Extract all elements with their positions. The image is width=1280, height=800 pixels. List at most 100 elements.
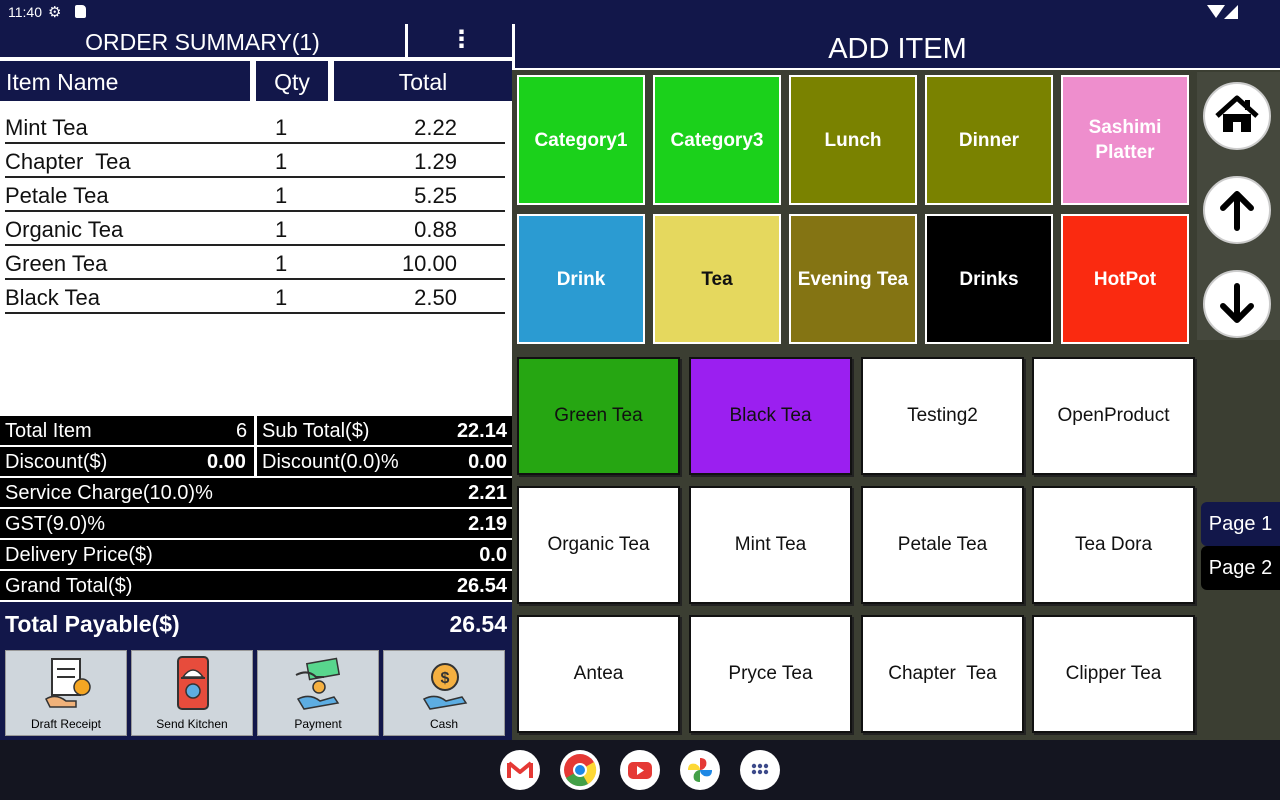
- kitchen-bell-icon: [177, 656, 209, 710]
- gst-value: 2.19: [468, 513, 507, 535]
- add-item-panel: ADD ITEM Category1 Category3 Lunch Dinner Sa…: [512, 24, 1280, 740]
- payment-icon: [295, 657, 341, 710]
- arrow-up-icon: [1220, 191, 1254, 231]
- item-qty: 1: [275, 285, 288, 310]
- product-black-tea[interactable]: Black Tea: [689, 357, 852, 475]
- product-testing2[interactable]: Testing2: [861, 357, 1024, 475]
- summary-total-item: Total Item 6 Sub Total($) 22.14: [0, 416, 512, 447]
- summary-gst: GST(9.0)% 2.19: [0, 509, 512, 540]
- summary-service: Service Charge(10.0)% 2.21: [0, 478, 512, 509]
- product-pryce-tea[interactable]: Pryce Tea: [689, 615, 852, 733]
- svg-text:$: $: [441, 670, 450, 687]
- subtotal-value: 22.14: [456, 420, 507, 442]
- more-menu-icon[interactable]: ⋮: [411, 24, 512, 59]
- page-1-tab[interactable]: Page 1: [1201, 502, 1280, 546]
- scroll-up-button[interactable]: [1203, 176, 1271, 244]
- gmail-icon[interactable]: [500, 750, 540, 790]
- sd-card-icon: [75, 5, 86, 18]
- subtotal-label: Sub Total($): [262, 420, 370, 442]
- order-row[interactable]: Organic Tea 1 0.88: [5, 212, 505, 246]
- order-row[interactable]: Mint Tea 1 2.22: [5, 110, 505, 144]
- item-total: 5.25: [414, 183, 457, 208]
- payment-label: Payment: [294, 717, 342, 731]
- service-label: Service Charge(10.0)%: [5, 482, 213, 504]
- draft-receipt-label: Draft Receipt: [30, 717, 102, 731]
- order-row[interactable]: Petale Tea 1 5.25: [5, 178, 505, 212]
- product-antea[interactable]: Antea: [517, 615, 680, 733]
- delivery-value: 0.0: [479, 544, 507, 566]
- signal-icon: [1224, 5, 1238, 19]
- order-title: ORDER SUMMARY(1): [0, 24, 408, 59]
- grand-total-label: Grand Total($): [5, 575, 133, 597]
- category-drinks[interactable]: Drinks: [925, 214, 1053, 344]
- draft-receipt-button[interactable]: Draft Receipt: [5, 650, 127, 736]
- summary-grand-total: Grand Total($) 26.54: [0, 571, 512, 602]
- add-item-title: ADD ITEM: [512, 24, 1280, 70]
- service-value: 2.21: [468, 482, 507, 504]
- product-chapter-tea[interactable]: Chapter Tea: [861, 615, 1024, 733]
- category-category1[interactable]: Category1: [517, 75, 645, 205]
- item-name: Organic Tea: [5, 217, 124, 242]
- discount-pct-value: 0.00: [468, 451, 507, 473]
- grand-total-value: 26.54: [456, 575, 507, 597]
- send-kitchen-button[interactable]: Send Kitchen: [131, 650, 253, 736]
- product-clipper-tea[interactable]: Clipper Tea: [1032, 615, 1195, 733]
- gst-label: GST(9.0)%: [5, 513, 106, 535]
- summary-payable: Total Payable($) 26.54: [0, 602, 512, 646]
- item-total: 2.50: [414, 285, 457, 310]
- photos-icon[interactable]: [680, 750, 720, 790]
- page-2-tab[interactable]: Page 2: [1201, 546, 1280, 590]
- scroll-down-button[interactable]: [1203, 270, 1271, 338]
- product-mint-tea[interactable]: Mint Tea: [689, 486, 852, 604]
- order-row[interactable]: Black Tea 1 2.50: [5, 280, 505, 314]
- youtube-icon[interactable]: [620, 750, 660, 790]
- home-icon: [1215, 95, 1259, 132]
- discount-pct-label: Discount(0.0)%: [262, 451, 399, 473]
- total-item-label: Total Item: [5, 420, 92, 442]
- item-name: Petale Tea: [5, 183, 109, 208]
- cash-icon: $: [422, 663, 468, 710]
- item-qty: 1: [275, 115, 288, 140]
- column-item-name: Item Name: [0, 61, 253, 101]
- item-name: Mint Tea: [5, 115, 88, 140]
- item-qty: 1: [275, 251, 288, 276]
- item-name: Black Tea: [5, 285, 100, 310]
- summary-discount: Discount($) 0.00 Discount(0.0)% 0.00: [0, 447, 512, 478]
- item-qty: 1: [275, 183, 288, 208]
- category-category3[interactable]: Category3: [653, 75, 781, 205]
- order-row[interactable]: Green Tea 1 10.00: [5, 246, 505, 280]
- item-name: Green Tea: [5, 251, 108, 276]
- category-evening-tea[interactable]: Evening Tea: [789, 214, 917, 344]
- chrome-icon[interactable]: [560, 750, 600, 790]
- category-hotpot[interactable]: HotPot: [1061, 214, 1189, 344]
- category-sashimi-platter[interactable]: Sashimi Platter: [1061, 75, 1189, 205]
- product-organic-tea[interactable]: Organic Tea: [517, 486, 680, 604]
- discount-label: Discount($): [5, 451, 108, 473]
- order-panel: ORDER SUMMARY(1) ⋮ Item Name Qty Total M…: [0, 24, 512, 740]
- order-header: ORDER SUMMARY(1) ⋮: [0, 24, 512, 59]
- discount-value: 0.00: [207, 451, 246, 473]
- cash-button[interactable]: $ Cash: [383, 650, 505, 736]
- item-total: 10.00: [401, 251, 457, 276]
- summary-delivery: Delivery Price($) 0.0: [0, 540, 512, 571]
- column-total: Total: [334, 61, 512, 101]
- category-dinner[interactable]: Dinner: [925, 75, 1053, 205]
- item-total: 1.29: [414, 149, 457, 174]
- status-bar: 11:40 ⚙: [0, 0, 1280, 24]
- home-button[interactable]: [1203, 82, 1271, 150]
- item-name: Chapter Tea: [5, 149, 131, 174]
- category-tea[interactable]: Tea: [653, 214, 781, 344]
- payment-button[interactable]: Payment: [257, 650, 379, 736]
- product-petale-tea[interactable]: Petale Tea: [861, 486, 1024, 604]
- category-drink[interactable]: Drink: [517, 214, 645, 344]
- delivery-label: Delivery Price($): [5, 544, 153, 566]
- product-tea-dora[interactable]: Tea Dora: [1032, 486, 1195, 604]
- apps-icon[interactable]: [740, 750, 780, 790]
- product-openproduct[interactable]: OpenProduct: [1032, 357, 1195, 475]
- product-green-tea[interactable]: Green Tea: [517, 357, 680, 475]
- category-lunch[interactable]: Lunch: [789, 75, 917, 205]
- order-row[interactable]: Chapter Tea 1 1.29: [5, 144, 505, 178]
- payable-value: 26.54: [449, 611, 507, 637]
- payable-label: Total Payable($): [5, 611, 180, 637]
- item-total: 0.88: [414, 217, 457, 242]
